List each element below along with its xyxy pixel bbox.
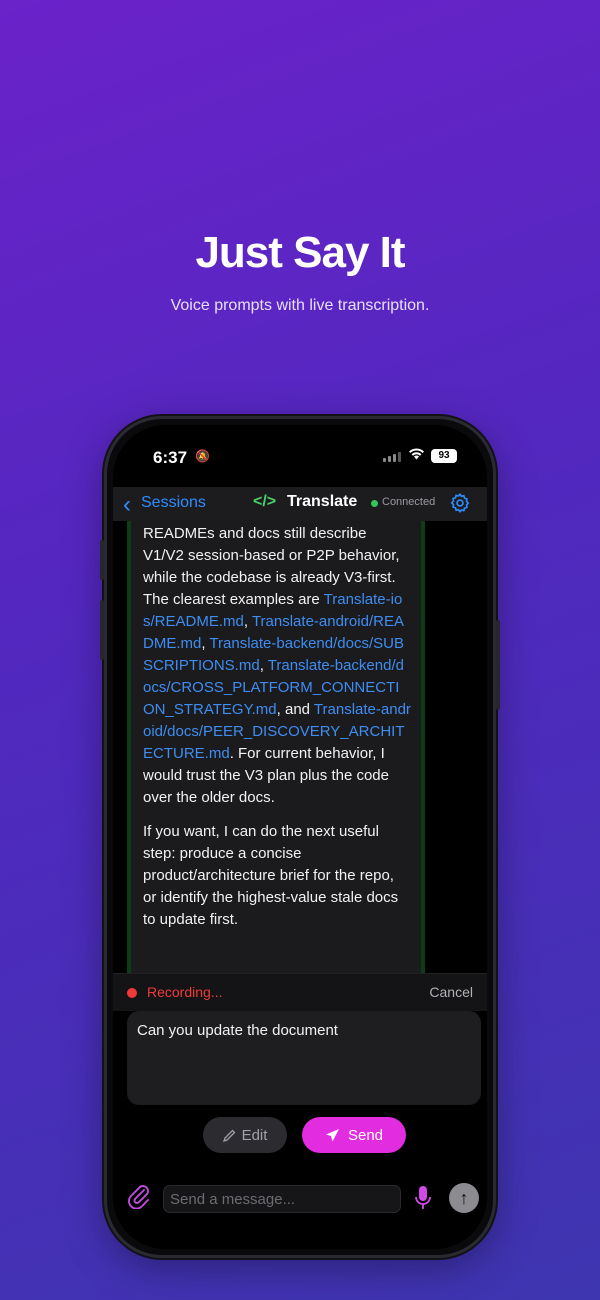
send-label: Send	[347, 1126, 384, 1144]
microphone-icon[interactable]	[413, 1185, 433, 1211]
message-text: ,	[243, 613, 252, 630]
phone-side-button	[100, 540, 104, 580]
gear-icon[interactable]	[449, 492, 471, 514]
session-title: Translate	[287, 493, 358, 510]
composer: ↑	[113, 1165, 487, 1249]
cancel-button[interactable]: Cancel	[429, 984, 473, 1000]
status-time: 6:37	[153, 448, 188, 467]
status-bar: 6:37 🔕 93	[113, 425, 487, 485]
paper-plane-icon	[325, 1128, 339, 1141]
assistant-message: READMEs and docs still describe V1/V2 se…	[127, 521, 425, 973]
phone-frame: 6:37 🔕 93 ‹ Sessions </> Translate Conne…	[104, 416, 496, 1258]
recording-bar: Recording... Cancel	[113, 973, 487, 1011]
message-text: ,	[259, 657, 268, 674]
recording-label: Recording...	[147, 984, 223, 1000]
hero-subtitle: Voice prompts with live transcription.	[170, 297, 430, 314]
hero-title: Just Say It	[195, 228, 405, 277]
pencil-icon	[222, 1129, 235, 1142]
battery-icon: 93	[431, 449, 457, 463]
message-paragraph: If you want, I can do the next useful st…	[143, 823, 399, 928]
message-paragraph: READMEs and docs still describe V1/V2 se…	[143, 523, 411, 809]
code-brackets-icon: </>	[253, 493, 277, 510]
phone-side-button	[100, 600, 104, 660]
phone-screen: 6:37 🔕 93 ‹ Sessions </> Translate Conne…	[113, 425, 487, 1249]
back-button-sessions[interactable]: Sessions	[141, 494, 206, 512]
edit-button[interactable]: Edit	[203, 1117, 287, 1153]
message-text: , and	[276, 701, 314, 718]
wifi-icon	[409, 448, 424, 460]
nav-bar: ‹ Sessions </> Translate Connected	[113, 487, 487, 521]
edit-label: Edit	[241, 1126, 268, 1144]
paperclip-icon[interactable]	[127, 1183, 151, 1209]
recording-dot-icon	[127, 988, 137, 998]
chevron-left-icon[interactable]: ‹	[123, 491, 131, 519]
signal-icon	[383, 452, 401, 462]
bell-muted-icon: 🔕	[195, 449, 210, 463]
phone-side-button	[496, 620, 500, 710]
send-button[interactable]: Send	[302, 1117, 406, 1153]
dynamic-island	[243, 433, 363, 473]
send-arrow-icon[interactable]: ↑	[449, 1183, 479, 1213]
message-input[interactable]	[163, 1185, 401, 1213]
connection-dot	[371, 500, 378, 507]
chat-area[interactable]: READMEs and docs still describe V1/V2 se…	[113, 521, 487, 973]
connection-status: Connected	[382, 496, 436, 508]
transcript-box[interactable]: Can you update the document	[127, 1011, 481, 1105]
